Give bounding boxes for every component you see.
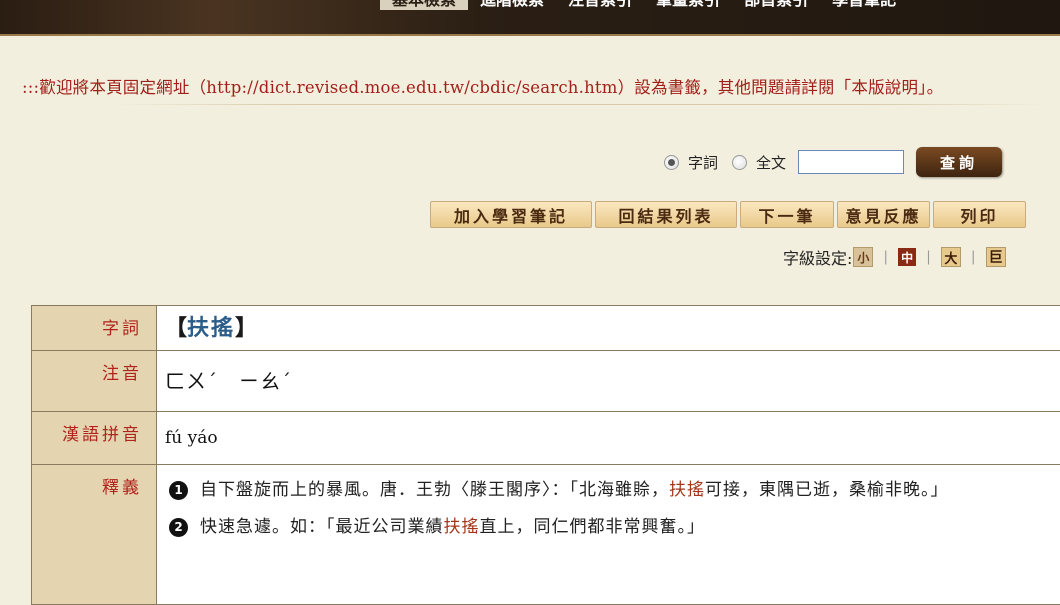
value-word: 【扶搖】 [157,306,1060,351]
radio-word[interactable] [664,155,679,170]
zhuyin-text: ㄈㄨˊ ㄧㄠˊ [165,369,292,393]
action-toolbar: 加入學習筆記 回結果列表 下一筆 意見反應 列印 [430,201,1026,228]
value-definition: 1 自下盤旋而上的暴風。唐．王勃〈滕王閣序〉：「北海雖賒，扶搖可接，東隅已逝，桑… [157,465,1060,605]
row-word: 字詞 【扶搖】 [32,306,1060,351]
headword: 【扶搖】 [165,315,257,341]
definition-text: 快速急遽。如：「最近公司業績扶搖直上，同仁們都非常興奮。」 [200,509,1020,546]
value-pinyin: fú yáo [157,412,1060,465]
definition-text-part: 可接，東隅已逝，桑榆非晚。」 [705,480,949,500]
definition-highlight: 扶搖 [669,480,705,500]
add-to-notes-button[interactable]: 加入學習筆記 [430,201,592,228]
nav-study-notes[interactable]: 學習筆記 [820,0,908,10]
definition-item: 1 自下盤旋而上的暴風。唐．王勃〈滕王閣序〉：「北海雖賒，扶搖可接，東隅已逝，桑… [165,472,1060,509]
font-size-large-button[interactable]: 大 [941,247,961,267]
font-size-medium-button[interactable]: 中 [898,248,916,266]
search-input[interactable] [798,150,904,174]
definition-text-part: 直上，同仁們都非常興奮。」 [480,517,706,537]
top-banner: 基本檢索 進階檢索 注音索引 筆畫索引 部首索引 學習筆記 [0,0,1060,36]
bookmark-notice: :::歡迎將本頁固定網址（http://dict.revised.moe.edu… [22,74,1060,98]
font-size-huge-button[interactable]: 巨 [986,247,1006,267]
definition-number-icon: 2 [169,518,188,537]
bracket-open: 【 [165,315,187,341]
definition-highlight: 扶搖 [444,517,480,537]
label-definition: 釋義 [32,465,157,605]
separator: | [971,249,976,265]
row-pinyin: 漢語拼音 fú yáo [32,412,1060,465]
radio-fulltext[interactable] [732,155,747,170]
nav-advanced-search[interactable]: 進階檢索 [468,0,556,10]
nav-basic-search[interactable]: 基本檢索 [380,0,468,10]
pinyin-text: fú yáo [165,428,218,448]
font-size-small-button[interactable]: 小 [853,247,873,267]
back-to-results-button[interactable]: 回結果列表 [595,201,737,228]
definition-item: 2 快速急遽。如：「最近公司業績扶搖直上，同仁們都非常興奮。」 [165,509,1060,546]
row-zhuyin: 注音 ㄈㄨˊ ㄧㄠˊ [32,351,1060,412]
separator: | [883,249,888,265]
feedback-button[interactable]: 意見反應 [837,201,930,228]
nav-stroke-index[interactable]: 筆畫索引 [644,0,732,10]
bracket-close: 】 [235,315,257,341]
font-size-setting: 字級設定: 小 | 中 | 大 | 巨 [783,245,1007,269]
next-entry-button[interactable]: 下一筆 [740,201,834,228]
top-nav: 基本檢索 進階檢索 注音索引 筆畫索引 部首索引 學習筆記 [380,0,908,18]
entry-table: 字詞 【扶搖】 注音 ㄈㄨˊ ㄧㄠˊ 漢語拼音 fú yáo 釋義 1 自下盤旋… [31,305,1060,605]
search-row: 字詞 全文 查詢 [664,147,1002,177]
headword-text: 扶搖 [187,315,235,341]
radio-fulltext-label[interactable]: 全文 [756,152,786,173]
print-button[interactable]: 列印 [933,201,1026,228]
row-definition: 釋義 1 自下盤旋而上的暴風。唐．王勃〈滕王閣序〉：「北海雖賒，扶搖可接，東隅已… [32,465,1060,605]
nav-radical-index[interactable]: 部首索引 [732,0,820,10]
divider [110,104,1050,105]
label-word: 字詞 [32,306,157,351]
definition-text-part: 自下盤旋而上的暴風。唐．王勃〈滕王閣序〉：「北海雖賒， [200,480,669,500]
definition-list: 1 自下盤旋而上的暴風。唐．王勃〈滕王閣序〉：「北海雖賒，扶搖可接，東隅已逝，桑… [165,465,1060,546]
radio-word-label[interactable]: 字詞 [688,152,718,173]
definition-number-icon: 1 [169,481,188,500]
font-size-label: 字級設定: [783,245,852,269]
definition-text: 自下盤旋而上的暴風。唐．王勃〈滕王閣序〉：「北海雖賒，扶搖可接，東隅已逝，桑榆非… [200,472,1020,509]
value-zhuyin: ㄈㄨˊ ㄧㄠˊ [157,351,1060,412]
separator: | [926,249,931,265]
search-button[interactable]: 查詢 [916,147,1002,177]
nav-zhuyin-index[interactable]: 注音索引 [556,0,644,10]
label-zhuyin: 注音 [32,351,157,412]
label-pinyin: 漢語拼音 [32,412,157,465]
definition-text-part: 快速急遽。如：「最近公司業績 [200,517,444,537]
